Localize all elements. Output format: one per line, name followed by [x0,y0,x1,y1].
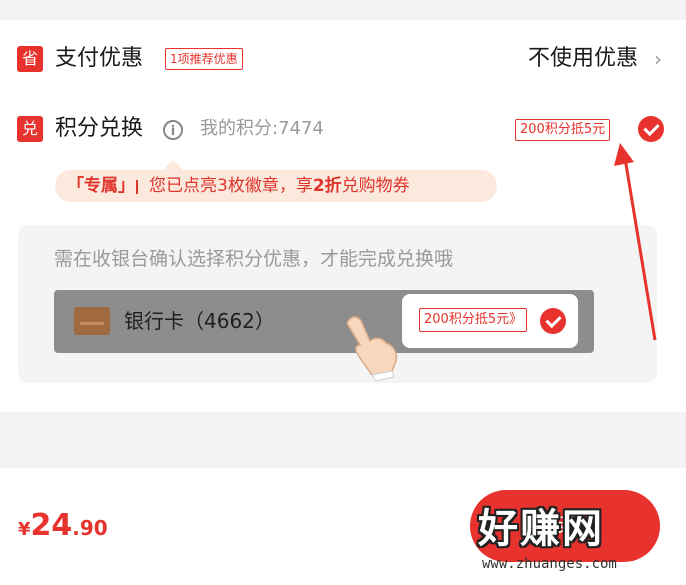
recommended-discount-tag: 1项推荐优惠 [165,48,243,70]
my-points: 我的积分:7474 [200,118,324,139]
watermark-logo: 好赚网 [478,506,604,552]
tooltip-divider [136,180,138,194]
payment-discount-title: 支付优惠 [55,46,144,71]
tooltip-text: 您已点亮3枚徽章，享2折兑购物券 [149,174,410,198]
total-price: ¥24.90 [18,506,108,550]
exchange-badge-icon: 兑 [17,116,43,142]
price-integer: 24 [30,508,73,543]
points-exchange-row[interactable]: 兑 积分兑换 i 我的积分:7474 200积分抵5元 [0,114,686,158]
watermark: 好赚网 www.zhuanges.com [478,505,678,580]
watermark-url: www.zhuanges.com [482,556,617,572]
bank-points-tag: 200积分抵5元》 [419,308,528,332]
points-check-icon[interactable] [638,116,664,142]
no-discount-option[interactable]: 不使用优惠 [528,44,638,74]
tooltip-highlight: 2折 [312,176,342,196]
cashier-notice-box: 需在收银台确认选择积分优惠，才能完成兑换哦 银行卡（4662） 200积分抵5元… [18,225,657,383]
points-deduction-tag: 200积分抵5元 [515,119,611,141]
top-strip [0,0,686,20]
info-icon[interactable]: i [163,120,183,140]
tooltip-text-after: 兑购物券 [341,176,410,196]
bank-card-row[interactable]: 银行卡（4662） 200积分抵5元》 [54,290,594,353]
payment-discount-row[interactable]: 省 支付优惠 1项推荐优惠 不使用优惠 › [0,44,686,88]
points-exchange-title: 积分兑换 [55,116,144,141]
price-decimal: .90 [72,516,108,540]
exclusive-tooltip: 「专属」 您已点亮3枚徽章，享2折兑购物券 [55,160,497,202]
pointing-hand-icon [346,316,398,382]
exclusive-label: 「专属」 [67,176,135,196]
bank-card-icon [74,307,110,335]
bank-card-label: 银行卡（4662） [124,309,275,333]
chevron-right-icon[interactable]: › [654,44,662,74]
bank-check-icon[interactable] [540,308,566,334]
cashier-notice-text: 需在收银台确认选择积分优惠，才能完成兑换哦 [54,248,454,270]
bank-points-option[interactable]: 200积分抵5元》 [402,294,578,348]
save-badge-icon: 省 [17,46,43,72]
currency-symbol: ¥ [18,519,31,540]
tooltip-text-before: 您已点亮3枚徽章，享 [149,176,313,196]
